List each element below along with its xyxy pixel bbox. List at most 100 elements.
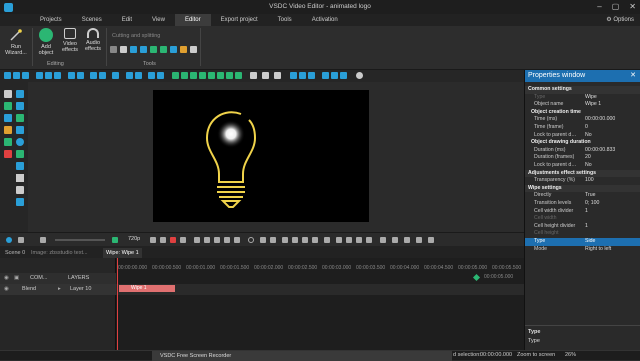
zoom-to-screen-button[interactable]: Zoom to screen bbox=[517, 352, 555, 358]
close-icon[interactable]: ✕ bbox=[629, 2, 636, 11]
stop-playback-icon[interactable] bbox=[336, 237, 342, 243]
ungroup-icon[interactable] bbox=[157, 72, 164, 79]
loop-icon[interactable] bbox=[170, 237, 176, 243]
chart-icon[interactable] bbox=[4, 126, 12, 134]
align-bottom-icon[interactable] bbox=[54, 72, 61, 79]
property-row[interactable]: Object name Wipe 1 bbox=[525, 101, 640, 109]
size-icon[interactable] bbox=[112, 72, 119, 79]
cut-marker-c-icon[interactable] bbox=[366, 237, 372, 243]
shapes-icon[interactable] bbox=[262, 72, 269, 79]
animation-icon[interactable] bbox=[16, 162, 24, 170]
add-object-button[interactable]: Add object bbox=[35, 28, 57, 56]
options-tl-icon[interactable] bbox=[428, 237, 434, 243]
minimize-icon[interactable]: – bbox=[597, 2, 601, 11]
video-effects-button[interactable]: Video effects bbox=[59, 28, 81, 53]
split-icon[interactable] bbox=[204, 237, 210, 243]
menu-projects[interactable]: Projects bbox=[30, 14, 72, 26]
property-row[interactable]: Mode Right to left bbox=[525, 246, 640, 254]
forward-icon[interactable] bbox=[302, 237, 308, 243]
counter-icon[interactable] bbox=[16, 186, 24, 194]
free-shape-icon[interactable] bbox=[16, 150, 24, 158]
audio-icon[interactable] bbox=[16, 102, 24, 110]
lock-icon[interactable]: ▣ bbox=[14, 273, 19, 284]
close-icon[interactable]: ✕ bbox=[630, 70, 636, 82]
order-b-icon[interactable] bbox=[299, 72, 306, 79]
zoom-in-icon[interactable] bbox=[150, 237, 156, 243]
move-top-icon[interactable] bbox=[226, 72, 233, 79]
move-back-icon[interactable] bbox=[217, 72, 224, 79]
menu-scenes[interactable]: Scenes bbox=[72, 14, 112, 26]
prev-frame-icon[interactable] bbox=[260, 237, 266, 243]
pointer-icon[interactable] bbox=[4, 90, 12, 98]
volume-slider[interactable] bbox=[55, 239, 105, 241]
zoom-icon[interactable] bbox=[190, 46, 197, 53]
go-start-icon[interactable] bbox=[248, 237, 254, 243]
move-left-icon[interactable] bbox=[190, 72, 197, 79]
property-row[interactable]: Time (ms) 00:00:00.000 bbox=[525, 116, 640, 124]
next-frame-icon[interactable] bbox=[312, 237, 318, 243]
rectangle-icon[interactable] bbox=[4, 138, 12, 146]
property-row[interactable]: Cell height divider 1 bbox=[525, 223, 640, 231]
flip-icon[interactable] bbox=[140, 46, 147, 53]
stop-icon[interactable] bbox=[18, 237, 24, 243]
maximize-icon[interactable]: ▢ bbox=[612, 2, 620, 11]
crop-icon[interactable] bbox=[110, 46, 117, 53]
options-button[interactable]: ⚙ Options bbox=[606, 16, 634, 23]
layer-icon[interactable] bbox=[16, 198, 24, 206]
tab-wipe[interactable]: Wipe: Wipe 1 bbox=[103, 248, 142, 258]
run-wizard-button[interactable]: Run Wizard... bbox=[5, 28, 27, 56]
menu-tools[interactable]: Tools bbox=[268, 14, 302, 26]
record-icon[interactable] bbox=[6, 237, 12, 243]
eye-icon[interactable]: ◉ bbox=[4, 273, 9, 284]
color-icon[interactable] bbox=[150, 46, 157, 53]
property-row[interactable]: Time (frame) 0 bbox=[525, 124, 640, 132]
property-row[interactable]: Type Side bbox=[525, 238, 640, 246]
shape-icon[interactable] bbox=[4, 150, 12, 158]
scene-preview[interactable] bbox=[153, 90, 369, 222]
cut-marker-b-icon[interactable] bbox=[356, 237, 362, 243]
snap-b-icon[interactable] bbox=[331, 72, 338, 79]
align-center-icon[interactable] bbox=[13, 72, 20, 79]
audio-effects-button[interactable]: Audio effects bbox=[82, 28, 104, 52]
move-up-icon[interactable] bbox=[172, 72, 179, 79]
tab-image-object[interactable]: Image: zbsstudio text... bbox=[28, 248, 91, 258]
cutting-splitting-label[interactable]: Cutting and splitting bbox=[112, 33, 160, 39]
snapshot-icon[interactable] bbox=[404, 237, 410, 243]
preview-toggle-icon[interactable] bbox=[112, 237, 118, 243]
property-row[interactable]: Cell width bbox=[525, 215, 640, 223]
rewind-icon[interactable] bbox=[270, 237, 276, 243]
sound-icon[interactable] bbox=[180, 46, 187, 53]
menu-edit[interactable]: Edit bbox=[112, 14, 142, 26]
trim-icon[interactable] bbox=[224, 237, 230, 243]
move-down-icon[interactable] bbox=[181, 72, 188, 79]
layer-row[interactable]: ◉ Blend ▸ Layer 10 bbox=[0, 284, 116, 295]
tab-scene-0[interactable]: Scene 0 bbox=[2, 248, 28, 258]
property-row[interactable]: Duration (frames) 20 bbox=[525, 154, 640, 162]
align-right-icon[interactable] bbox=[22, 72, 29, 79]
group-icon[interactable] bbox=[148, 72, 155, 79]
layout-icon[interactable] bbox=[250, 72, 257, 79]
blend-mode[interactable]: Blend bbox=[22, 284, 36, 295]
ripple-icon[interactable] bbox=[214, 237, 220, 243]
zoom-out-icon[interactable] bbox=[160, 237, 166, 243]
property-row[interactable]: Cell width divider 1 bbox=[525, 208, 640, 216]
rotate-icon[interactable] bbox=[130, 46, 137, 53]
snap-timeline-icon[interactable] bbox=[180, 237, 186, 243]
go-end-icon[interactable] bbox=[324, 237, 330, 243]
fullscreen-icon[interactable] bbox=[392, 237, 398, 243]
wipe-clip[interactable]: Wipe 1 bbox=[119, 285, 175, 292]
order-icon[interactable] bbox=[290, 72, 297, 79]
layer-toggle-icon[interactable]: ▸ bbox=[58, 284, 61, 295]
end-marker-icon[interactable] bbox=[472, 273, 481, 282]
gear-icon[interactable] bbox=[356, 72, 363, 79]
timeline-option-icon[interactable] bbox=[40, 237, 46, 243]
subtitle-icon[interactable] bbox=[16, 114, 24, 122]
image-icon[interactable] bbox=[4, 114, 12, 122]
align-left-icon[interactable] bbox=[4, 72, 11, 79]
move-right-icon[interactable] bbox=[199, 72, 206, 79]
arrange-icon[interactable] bbox=[126, 72, 133, 79]
same-height-icon[interactable] bbox=[99, 72, 106, 79]
arrange-b-icon[interactable] bbox=[135, 72, 142, 79]
frame-icon[interactable] bbox=[380, 237, 386, 243]
distribute-v-icon[interactable] bbox=[77, 72, 84, 79]
